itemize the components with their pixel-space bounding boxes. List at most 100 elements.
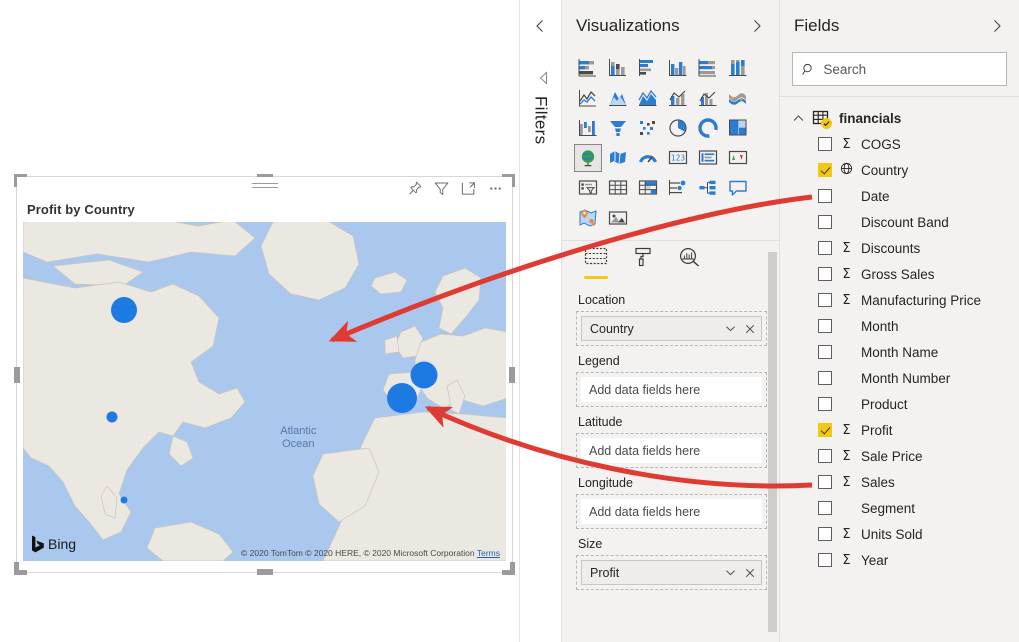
well-dropzone-legend[interactable]: Add data fields here: [576, 372, 767, 407]
drag-grip-icon[interactable]: [251, 183, 278, 190]
close-x-icon[interactable]: [744, 567, 756, 579]
resize-handle-left[interactable]: [14, 366, 20, 383]
field-row-manufacturing-price[interactable]: Σ Manufacturing Price: [780, 287, 1019, 313]
search-box[interactable]: [792, 52, 1007, 86]
well-dropzone-latitude[interactable]: Add data fields here: [576, 433, 767, 468]
chevron-down-icon[interactable]: [724, 322, 737, 335]
chevron-up-icon[interactable]: [792, 112, 805, 125]
field-checkbox[interactable]: [818, 293, 832, 307]
search-input[interactable]: [823, 61, 997, 77]
viz-type-map[interactable]: [574, 144, 602, 172]
chevron-right-icon[interactable]: [749, 18, 765, 34]
field-checkbox[interactable]: [818, 267, 832, 281]
field-row-sales[interactable]: Σ Sales: [780, 469, 1019, 495]
field-row-product[interactable]: Product: [780, 391, 1019, 417]
report-canvas[interactable]: Profit by Country Atlantic Ocean Bing © …: [0, 0, 520, 642]
field-rows-container[interactable]: Σ COGS Country Date Discount Band Σ Discounts Σ…: [780, 131, 1019, 573]
viz-type-clustered-bar-chart[interactable]: [634, 54, 662, 82]
visualization-type-gallery[interactable]: 123: [562, 52, 779, 234]
map-bubble[interactable]: [410, 361, 438, 389]
well-chip-profit[interactable]: Profit: [581, 560, 762, 585]
field-row-discount-band[interactable]: Discount Band: [780, 209, 1019, 235]
well-dropzone-size[interactable]: Profit: [576, 555, 767, 590]
viz-type-arcgis-maps[interactable]: [574, 204, 602, 232]
viz-type-area-chart[interactable]: [604, 84, 632, 112]
field-checkbox[interactable]: [818, 423, 832, 437]
focus-mode-icon[interactable]: [460, 180, 477, 197]
map-bubble[interactable]: [120, 496, 128, 504]
field-row-cogs[interactable]: Σ COGS: [780, 131, 1019, 157]
fields-list[interactable]: financials Σ COGS Country Date Discount Band…: [780, 97, 1019, 642]
field-row-month-number[interactable]: Month Number: [780, 365, 1019, 391]
field-checkbox[interactable]: [818, 449, 832, 463]
viz-type-ribbon-chart[interactable]: [724, 84, 752, 112]
viz-type-funnel-chart[interactable]: [604, 114, 632, 142]
map-bubble[interactable]: [106, 411, 118, 423]
close-x-icon[interactable]: [744, 323, 756, 335]
viz-type-decomposition-tree[interactable]: [694, 174, 722, 202]
field-checkbox[interactable]: [818, 241, 832, 255]
chevron-right-icon[interactable]: [989, 18, 1005, 34]
well-dropzone-location[interactable]: Country: [576, 311, 767, 346]
viz-type-stacked-column-chart[interactable]: [604, 54, 632, 82]
field-checkbox[interactable]: [818, 163, 832, 177]
fields-tab[interactable]: [584, 247, 608, 279]
viz-type-clustered-column-chart[interactable]: [664, 54, 692, 82]
field-checkbox[interactable]: [818, 319, 832, 333]
viz-type-pie-chart[interactable]: [664, 114, 692, 142]
resize-handle-right[interactable]: [509, 366, 515, 383]
analytics-tab[interactable]: [678, 247, 702, 279]
viz-type-r-script-visual[interactable]: [664, 174, 692, 202]
field-checkbox[interactable]: [818, 215, 832, 229]
viz-type-line-and-stacked-column-chart[interactable]: [664, 84, 692, 112]
viz-type-100-percent-stacked-bar-chart[interactable]: [694, 54, 722, 82]
viz-type-line-and-clustered-column-chart[interactable]: [694, 84, 722, 112]
viz-type-treemap-chart[interactable]: [724, 114, 752, 142]
field-wells[interactable]: Location Country Legend Add data fields her…: [562, 279, 779, 642]
more-options-icon[interactable]: [487, 180, 504, 197]
resize-handle-bottom[interactable]: [256, 569, 273, 575]
field-checkbox[interactable]: [818, 501, 832, 515]
visualizations-pane-scrollbar[interactable]: [768, 252, 777, 632]
bing-logo[interactable]: Bing: [31, 535, 76, 553]
field-checkbox[interactable]: [818, 189, 832, 203]
viz-type-q-and-a[interactable]: [724, 174, 752, 202]
attribution-terms-link[interactable]: Terms: [477, 548, 500, 558]
viz-type-stacked-bar-chart[interactable]: [574, 54, 602, 82]
viz-type-image-visual[interactable]: [604, 204, 632, 232]
visual-wells-tabs[interactable]: [562, 241, 779, 279]
field-row-sale-price[interactable]: Σ Sale Price: [780, 443, 1019, 469]
field-row-month-name[interactable]: Month Name: [780, 339, 1019, 365]
viz-type-stacked-area-chart[interactable]: [634, 84, 662, 112]
field-checkbox[interactable]: [818, 475, 832, 489]
field-row-year[interactable]: Σ Year: [780, 547, 1019, 573]
field-row-units-sold[interactable]: Σ Units Sold: [780, 521, 1019, 547]
viz-type-100-percent-stacked-column-chart[interactable]: [724, 54, 752, 82]
viz-type-table[interactable]: [604, 174, 632, 202]
field-row-country[interactable]: Country: [780, 157, 1019, 183]
well-dropzone-longitude[interactable]: Add data fields here: [576, 494, 767, 529]
map-visual[interactable]: Profit by Country Atlantic Ocean Bing © …: [14, 174, 515, 575]
field-checkbox[interactable]: [818, 345, 832, 359]
chevron-left-icon[interactable]: [532, 18, 548, 34]
viz-type-kpi[interactable]: [724, 144, 752, 172]
format-tab[interactable]: [632, 247, 654, 279]
field-row-gross-sales[interactable]: Σ Gross Sales: [780, 261, 1019, 287]
filter-funnel-icon[interactable]: [533, 70, 549, 86]
viz-type-waterfall-chart[interactable]: [574, 114, 602, 142]
chevron-down-icon[interactable]: [724, 566, 737, 579]
field-row-discounts[interactable]: Σ Discounts: [780, 235, 1019, 261]
viz-type-scatter-chart[interactable]: [634, 114, 662, 142]
viz-type-multi-row-card[interactable]: [694, 144, 722, 172]
viz-type-filled-map[interactable]: [604, 144, 632, 172]
viz-type-matrix[interactable]: [634, 174, 662, 202]
field-row-profit[interactable]: Σ Profit: [780, 417, 1019, 443]
filters-pane-collapsed[interactable]: Filters: [520, 0, 562, 642]
map-bubble[interactable]: [111, 297, 138, 324]
field-row-month[interactable]: Month: [780, 313, 1019, 339]
fields-table-financials[interactable]: financials: [780, 105, 1019, 131]
viz-type-donut-chart[interactable]: [694, 114, 722, 142]
field-checkbox[interactable]: [818, 527, 832, 541]
field-checkbox[interactable]: [818, 553, 832, 567]
viz-type-gauge[interactable]: [634, 144, 662, 172]
